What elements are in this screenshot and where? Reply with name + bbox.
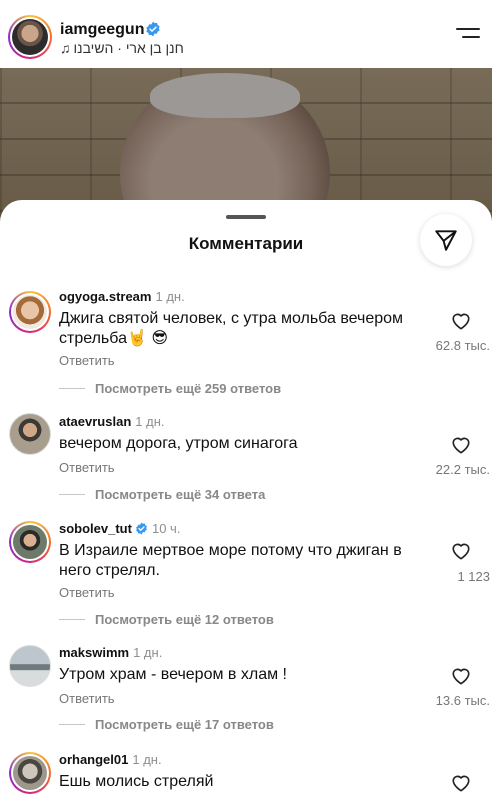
commenter-username[interactable]: ogyoga.stream	[59, 289, 151, 304]
commenter-username[interactable]: ataevruslan	[59, 414, 131, 429]
heart-icon[interactable]	[450, 772, 472, 792]
heart-icon[interactable]	[450, 434, 472, 454]
comment-text: Ешь молись стреляй	[59, 773, 214, 790]
audio-track[interactable]: ♫ חנן בן ארי · השיבנו	[60, 40, 184, 56]
commenter-avatar[interactable]	[9, 413, 51, 455]
sheet-title: Комментарии	[188, 234, 304, 253]
commenter-username[interactable]: makswimm	[59, 645, 129, 660]
reply-button[interactable]: Ответить	[59, 691, 115, 706]
comment-meta: orhangel01 1 дн.	[59, 752, 162, 767]
comment-time: 10 ч.	[151, 521, 181, 536]
like-count: 13.6 тыс.	[435, 693, 490, 708]
verified-badge-icon	[136, 522, 147, 535]
reply-button[interactable]: Ответить	[59, 460, 115, 475]
post-header: iamgeegun ♫ חנן בן ארי · השיבנו	[0, 0, 492, 68]
comment-time: 1 дн.	[155, 289, 185, 304]
comment-time: 1 дн.	[132, 752, 162, 767]
heart-icon[interactable]	[450, 310, 472, 330]
comment-text: В Израиле мертвое море потому что джиган…	[59, 542, 402, 579]
view-replies-button[interactable]: Посмотреть ещё 12 ответов	[59, 612, 274, 627]
view-replies-label: Посмотреть ещё 259 ответов	[95, 381, 282, 396]
menu-icon[interactable]	[456, 28, 480, 44]
comments-sheet: Комментарии ogyoga.stream 1 дн. Джига свя…	[0, 200, 492, 800]
like-count: 22.2 тыс.	[435, 462, 490, 477]
comment-text: вечером дорога, утром синагога	[59, 435, 298, 452]
commenter-avatar[interactable]	[9, 645, 51, 687]
comment-meta: ogyoga.stream 1 дн.	[59, 289, 185, 304]
view-replies-button[interactable]: Посмотреть ещё 259 ответов	[59, 381, 281, 396]
comment-time: 1 дн.	[133, 645, 163, 660]
comment-meta: makswimm 1 дн.	[59, 645, 162, 660]
view-replies-button[interactable]: Посмотреть ещё 34 ответа	[59, 487, 265, 502]
view-replies-label: Посмотреть ещё 12 ответов	[95, 612, 274, 627]
like-count: 62.8 тыс.	[435, 338, 490, 353]
comment-meta: ataevruslan 1 дн.	[59, 414, 164, 429]
author-username[interactable]: iamgeegun	[60, 21, 144, 39]
comment-text: Утром храм - вечером в хлам !	[59, 666, 287, 683]
sheet-grabber[interactable]	[226, 215, 266, 219]
author-avatar[interactable]	[8, 15, 52, 59]
commenter-avatar[interactable]	[9, 291, 51, 333]
verified-badge-icon	[146, 21, 160, 37]
music-note-icon: ♫	[60, 40, 71, 56]
send-icon	[435, 230, 457, 251]
view-replies-label: Посмотреть ещё 17 ответов	[95, 717, 274, 732]
commenter-username[interactable]: sobolev_tut	[59, 521, 132, 536]
heart-icon[interactable]	[450, 665, 472, 685]
reply-button[interactable]: Ответить	[59, 353, 115, 368]
commenter-avatar[interactable]	[9, 521, 51, 563]
audio-label: חנן בן ארי · השיבנו	[73, 40, 184, 56]
comment-text: Джига святой человек, с утра мольба вече…	[59, 310, 404, 347]
like-count: 1 123	[457, 569, 490, 584]
comment-meta: sobolev_tut 10 ч.	[59, 521, 180, 536]
commenter-avatar[interactable]	[9, 752, 51, 794]
heart-icon[interactable]	[450, 540, 472, 560]
view-replies-button[interactable]: Посмотреть ещё 17 ответов	[59, 717, 274, 732]
reply-button[interactable]: Ответить	[59, 585, 115, 600]
comment-time: 1 дн.	[135, 414, 165, 429]
view-replies-label: Посмотреть ещё 34 ответа	[95, 487, 266, 502]
share-button[interactable]	[420, 214, 472, 266]
commenter-username[interactable]: orhangel01	[59, 752, 128, 767]
